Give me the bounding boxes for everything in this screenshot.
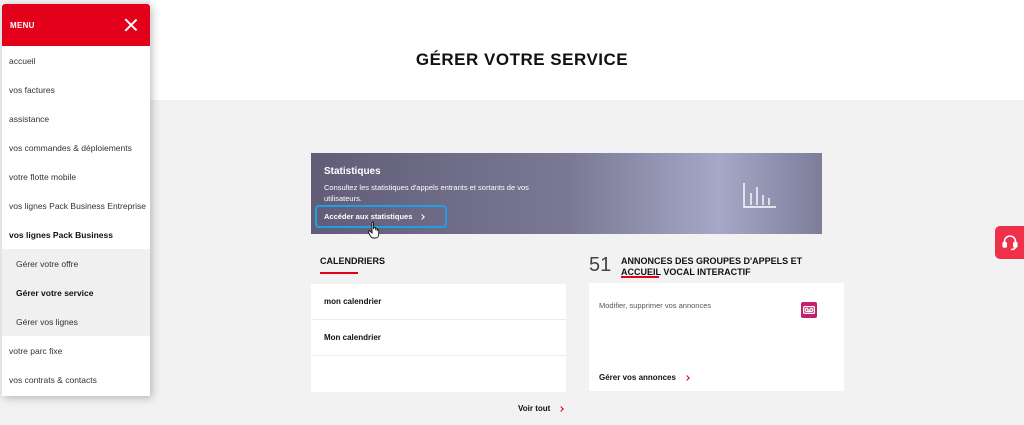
hand-pointer-icon bbox=[367, 221, 380, 239]
calendars-card: mon calendrier Mon calendrier bbox=[311, 284, 566, 392]
chevron-right-icon bbox=[419, 213, 426, 220]
top-bar bbox=[150, 0, 1024, 20]
menu-list: accueil vos factures assistance vos comm… bbox=[2, 46, 150, 394]
announcements-card: Modifier, supprimer vos annonces Gérer v… bbox=[589, 283, 844, 391]
menu-item-pack-business[interactable]: vos lignes Pack Business bbox=[2, 220, 150, 249]
menu-item-factures[interactable]: vos factures bbox=[2, 75, 150, 104]
menu-item-parc-fixe[interactable]: votre parc fixe bbox=[2, 336, 150, 365]
voicemail-icon bbox=[801, 302, 817, 318]
chevron-right-icon bbox=[558, 405, 565, 412]
statistics-title: Statistiques bbox=[324, 166, 381, 177]
submenu-item-gerer-lignes[interactable]: Gérer vos lignes bbox=[2, 307, 150, 336]
announcements-title: ANNONCES DES GROUPES D'APPELS ET ACCUEIL… bbox=[621, 256, 803, 277]
menu-title: MENU bbox=[10, 20, 35, 30]
chevron-right-icon bbox=[684, 374, 690, 381]
menu-header: MENU bbox=[2, 4, 150, 46]
see-all-link[interactable]: Voir tout bbox=[518, 404, 565, 413]
statistics-banner: Statistiques Consultez les statistiques … bbox=[311, 153, 822, 239]
see-all-label: Voir tout bbox=[518, 404, 551, 413]
title-band: GÉRER VOTRE SERVICE bbox=[150, 20, 1024, 100]
headset-icon bbox=[1001, 235, 1018, 251]
bar-chart-icon bbox=[743, 183, 776, 208]
calendars-underline bbox=[320, 272, 358, 274]
statistics-link[interactable]: Accéder aux statistiques bbox=[315, 205, 447, 228]
manage-announcements-link[interactable]: Gérer vos annonces bbox=[599, 373, 690, 382]
menu-item-commandes[interactable]: vos commandes & déploiements bbox=[2, 133, 150, 162]
support-button[interactable] bbox=[995, 226, 1024, 259]
announcements-count: 51 bbox=[589, 254, 612, 276]
manage-announcements-label: Gérer vos annonces bbox=[599, 373, 676, 382]
calendar-row[interactable]: mon calendrier bbox=[311, 284, 566, 320]
calendar-row[interactable]: Mon calendrier bbox=[311, 320, 566, 356]
announcements-underline bbox=[621, 276, 659, 278]
close-icon[interactable] bbox=[124, 18, 138, 32]
statistics-description: Consultez les statistiques d'appels entr… bbox=[324, 183, 529, 203]
menu-item-contrats-contacts[interactable]: vos contrats & contacts bbox=[2, 365, 150, 394]
menu-item-assistance[interactable]: assistance bbox=[2, 104, 150, 133]
menu-item-pack-business-entreprise[interactable]: vos lignes Pack Business Entreprise bbox=[2, 191, 150, 220]
menu-item-accueil[interactable]: accueil bbox=[2, 46, 150, 75]
calendars-title: CALENDRIERS bbox=[320, 256, 386, 266]
side-menu: MENU accueil vos factures assistance vos… bbox=[2, 4, 150, 396]
page-title: GÉRER VOTRE SERVICE bbox=[415, 50, 629, 69]
submenu-item-gerer-service[interactable]: Gérer votre service bbox=[2, 278, 150, 307]
announcements-description: Modifier, supprimer vos annonces bbox=[599, 301, 712, 310]
statistics-link-label: Accéder aux statistiques bbox=[324, 212, 413, 221]
submenu-item-gerer-offre[interactable]: Gérer votre offre bbox=[2, 249, 150, 278]
menu-item-flotte-mobile[interactable]: votre flotte mobile bbox=[2, 162, 150, 191]
